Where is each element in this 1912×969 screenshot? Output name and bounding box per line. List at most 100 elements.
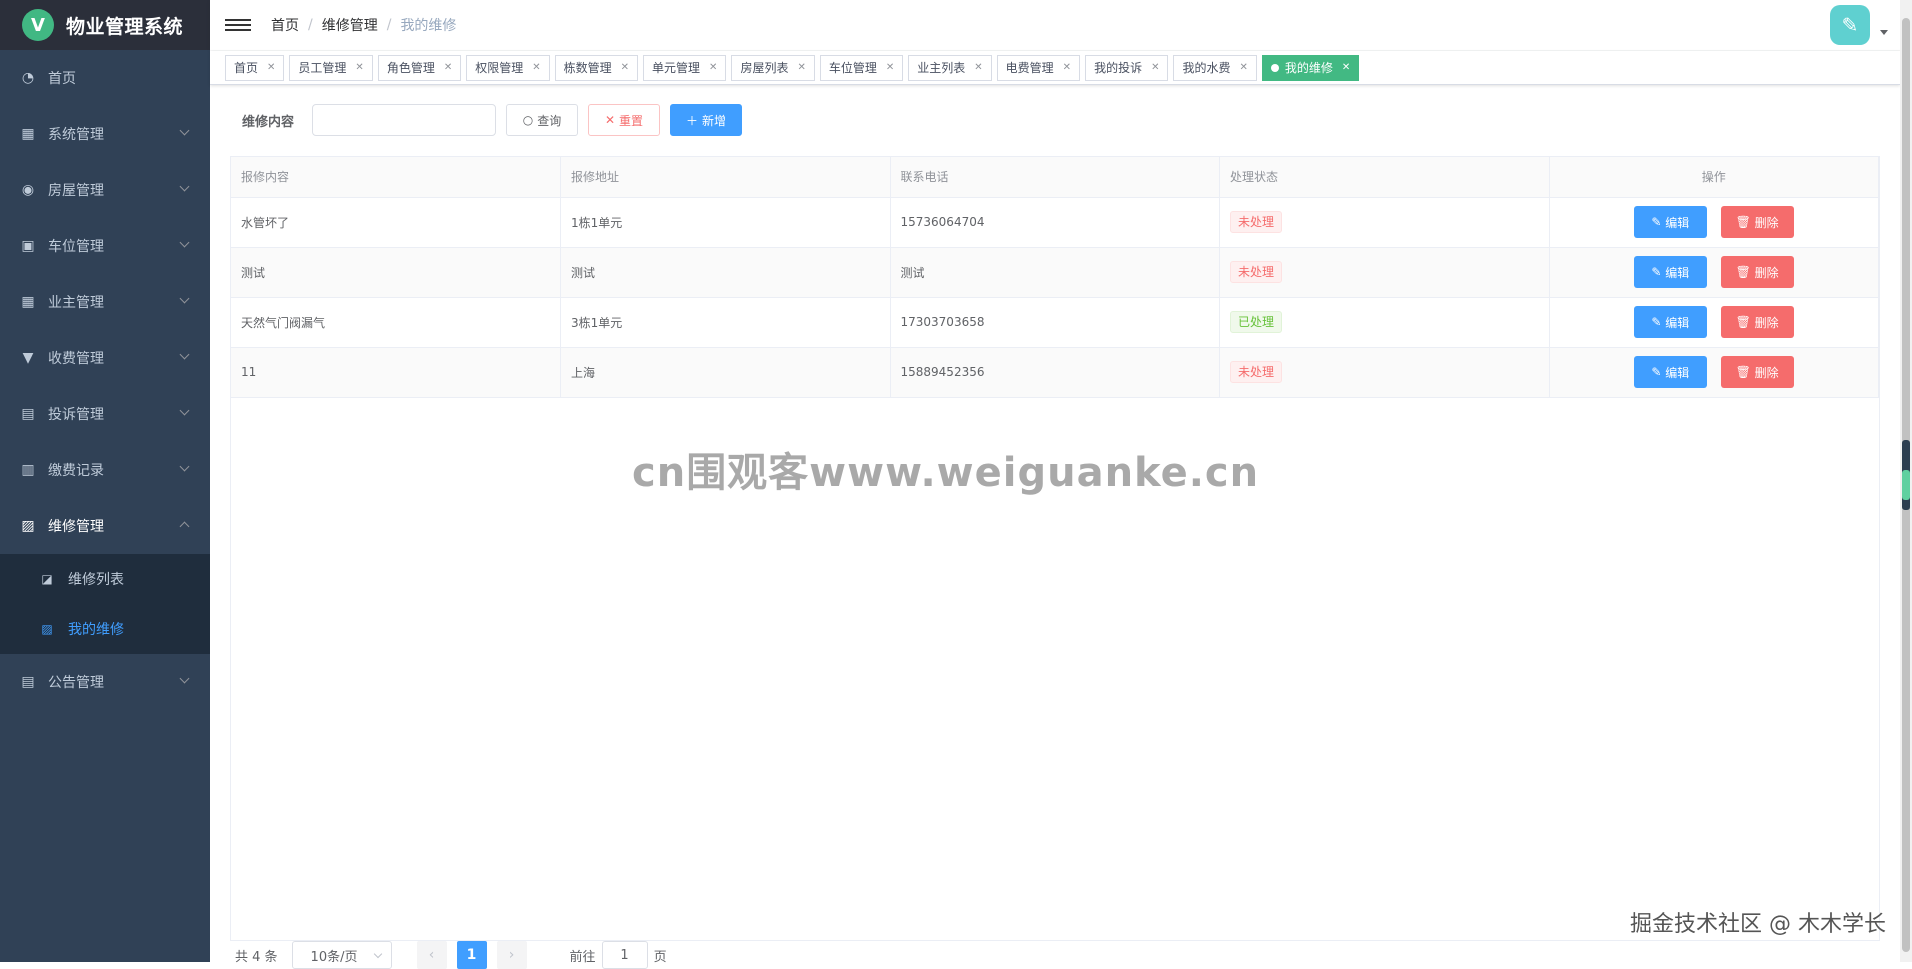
sidebar-item-label: 我的维修: [68, 622, 124, 638]
tag-label: 我的水费: [1182, 61, 1231, 75]
tag-electricity[interactable]: 电费管理 ✕: [996, 54, 1081, 81]
tag-owner-list[interactable]: 业主列表 ✕: [908, 54, 992, 81]
tag-building[interactable]: 栋数管理 ✕: [554, 54, 639, 81]
close-icon[interactable]: ✕: [532, 62, 540, 73]
delete-button[interactable]: 🗑 删除: [1720, 356, 1794, 388]
record-icon: ▥: [21, 462, 35, 478]
page-size-select[interactable]: 10条/页: [291, 941, 392, 969]
status-badge: 已处理: [1230, 311, 1283, 333]
cell-content: 天然气门阀漏气: [231, 297, 561, 348]
query-button[interactable]: ○ 查询: [506, 104, 578, 136]
close-icon[interactable]: ✕: [1239, 62, 1247, 73]
tag-house-list[interactable]: 房屋列表 ✕: [731, 54, 815, 81]
tag-my-water[interactable]: 我的水费 ✕: [1173, 54, 1257, 81]
tag-home[interactable]: 首页 ✕: [225, 54, 285, 81]
edit-button[interactable]: ✎ 编辑: [1633, 206, 1707, 238]
logo[interactable]: V 物业管理系统: [0, 0, 210, 50]
close-icon[interactable]: ✕: [886, 62, 894, 73]
chevron-down-icon: [179, 181, 190, 192]
chevron-down-icon: [179, 293, 190, 304]
cell-actions: ✎ 编辑 🗑 删除: [1549, 347, 1879, 398]
prev-page-button[interactable]: ‹: [416, 941, 447, 969]
watermark: cn围观客www.weiguanke.cn: [632, 450, 1260, 496]
search-form: 维修内容 ○ 查询 ✕ 重置 ＋ 新增: [242, 104, 742, 136]
chevron-down-icon: [179, 349, 190, 360]
delete-button[interactable]: 🗑 删除: [1720, 306, 1794, 338]
close-icon[interactable]: ✕: [1342, 62, 1350, 73]
sidebar-item-complaint[interactable]: ▤ 投诉管理: [0, 386, 210, 442]
sidebar-item-repair[interactable]: ▨ 维修管理: [0, 498, 210, 554]
edit-button[interactable]: ✎ 编辑: [1633, 256, 1707, 288]
cell-address: 3栋1单元: [560, 297, 891, 348]
add-button[interactable]: ＋ 新增: [670, 104, 742, 136]
sidebar-item-house[interactable]: ◉ 房屋管理: [0, 162, 210, 218]
close-icon[interactable]: ✕: [1151, 62, 1159, 73]
sidebar-item-parking[interactable]: ▣ 车位管理: [0, 218, 210, 274]
sidebar-item-notice[interactable]: ▤ 公告管理: [0, 654, 210, 710]
tag-label: 单元管理: [652, 61, 701, 75]
user-menu[interactable]: ✎: [1830, 5, 1888, 45]
close-icon[interactable]: ✕: [267, 62, 275, 73]
trash-icon: 🗑: [1735, 215, 1755, 229]
repair-content-input[interactable]: [312, 104, 496, 136]
table-icon: ▦: [21, 294, 35, 310]
edit-icon: ✎: [1651, 315, 1666, 329]
sidebar-item-system[interactable]: ▦ 系统管理: [0, 106, 210, 162]
navbar: 首页 / 维修管理 / 我的维修 ✎: [210, 0, 1912, 50]
close-icon[interactable]: ✕: [797, 62, 805, 73]
breadcrumb-repair[interactable]: 维修管理: [322, 15, 378, 35]
status-badge: 未处理: [1230, 361, 1283, 383]
sidebar-item-payment-record[interactable]: ▥ 缴费记录: [0, 442, 210, 498]
edit-label: 编辑: [1665, 365, 1690, 380]
delete-label: 删除: [1754, 215, 1779, 230]
tag-parking[interactable]: 车位管理 ✕: [819, 54, 904, 81]
repair-table: 报修内容 报修地址 联系电话 处理状态 操作 水管坏了 1栋1单元 157360…: [230, 156, 1880, 941]
delete-button[interactable]: 🗑 删除: [1720, 206, 1794, 238]
delete-button[interactable]: 🗑 删除: [1720, 256, 1794, 288]
page-number[interactable]: 1: [456, 941, 487, 969]
tag-role[interactable]: 角色管理 ✕: [377, 54, 462, 81]
edit-button[interactable]: ✎ 编辑: [1633, 356, 1707, 388]
tag-permission[interactable]: 权限管理 ✕: [466, 54, 550, 81]
image-icon: ▨: [21, 518, 35, 534]
chevron-down-icon: [373, 949, 382, 959]
close-icon[interactable]: ✕: [444, 62, 452, 73]
close-icon[interactable]: ✕: [621, 62, 629, 73]
close-icon[interactable]: ✕: [1063, 62, 1071, 73]
close-icon[interactable]: ✕: [974, 62, 982, 73]
goto-page-input[interactable]: 1: [601, 941, 648, 969]
sidebar-item-repair-list[interactable]: ◪ 维修列表: [0, 554, 210, 604]
edit-label: 编辑: [1665, 215, 1690, 230]
next-page-button[interactable]: ›: [496, 941, 527, 969]
cell-phone: 15889452356: [890, 347, 1220, 398]
breadcrumb-home[interactable]: 首页: [271, 15, 299, 35]
status-badge: 未处理: [1230, 211, 1283, 233]
sidebar-item-home[interactable]: ◔ 首页: [0, 50, 210, 106]
close-icon[interactable]: ✕: [355, 62, 363, 73]
payment-icon: ▼: [22, 350, 34, 366]
tag-my-repair[interactable]: 我的维修 ✕: [1261, 54, 1360, 81]
edit-icon: ✎: [1651, 365, 1666, 379]
tag-staff[interactable]: 员工管理 ✕: [289, 54, 373, 81]
sidebar-item-my-repair[interactable]: ▨ 我的维修: [0, 604, 210, 654]
sidebar-item-label: 缴费记录: [48, 463, 104, 479]
breadcrumb-separator: /: [308, 17, 313, 33]
sidebar-item-owner[interactable]: ▦ 业主管理: [0, 274, 210, 330]
tag-my-complaint[interactable]: 我的投诉 ✕: [1085, 54, 1169, 81]
breadcrumb: 首页 / 维修管理 / 我的维修: [271, 15, 456, 35]
edit-button[interactable]: ✎ 编辑: [1633, 306, 1707, 338]
reset-button[interactable]: ✕ 重置: [588, 104, 660, 136]
tag-unit[interactable]: 单元管理 ✕: [643, 54, 727, 81]
sidebar-item-charge[interactable]: ▼ 收费管理: [0, 330, 210, 386]
edit-label: 编辑: [1665, 265, 1690, 280]
scrollbar[interactable]: [1900, 0, 1912, 962]
cell-phone: 测试: [890, 247, 1220, 298]
hamburger-icon[interactable]: [225, 12, 251, 38]
avatar[interactable]: ✎: [1830, 5, 1870, 45]
reset-label: 重置: [619, 113, 644, 128]
sidebar-item-label: 维修列表: [68, 572, 124, 588]
scroll-marker: [1902, 470, 1910, 500]
chevron-down-icon: [179, 125, 190, 136]
breadcrumb-current: 我的维修: [400, 18, 457, 34]
close-icon[interactable]: ✕: [709, 62, 717, 73]
